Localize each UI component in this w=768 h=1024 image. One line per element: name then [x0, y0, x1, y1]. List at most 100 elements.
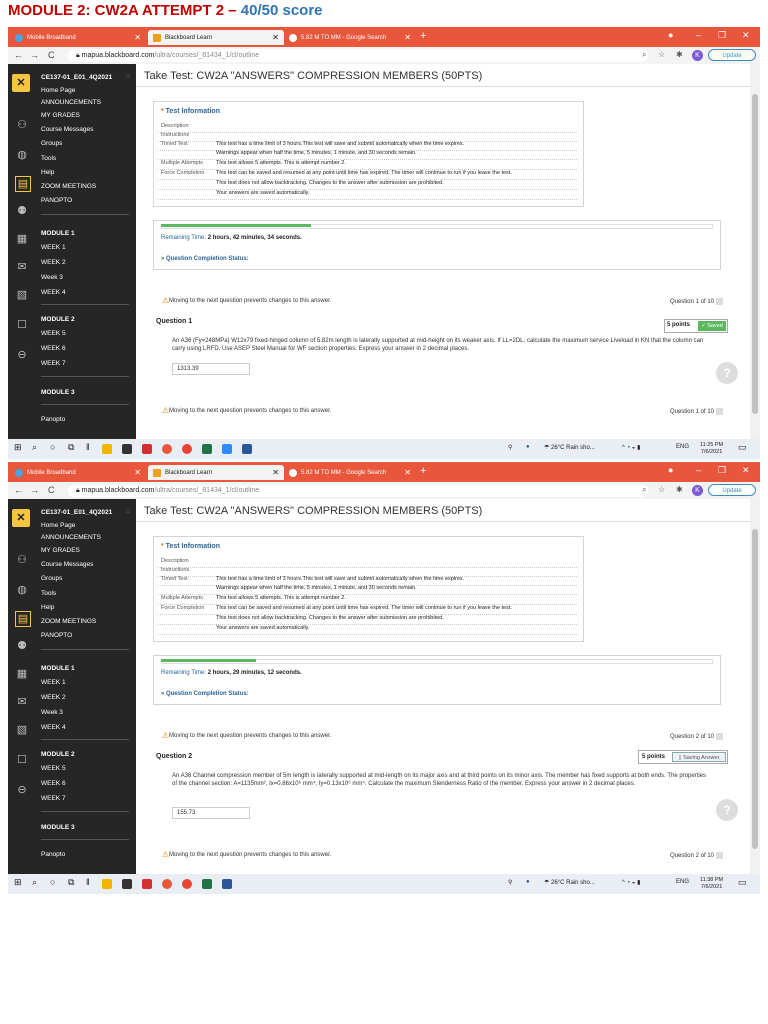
save-answer-button[interactable]: ▯ Saving Answer	[672, 752, 726, 762]
answer-field[interactable]: 1313.39	[172, 363, 250, 375]
sidebar-module-3[interactable]: MODULE 3	[41, 824, 75, 831]
search-icon[interactable]: ⌕	[32, 442, 37, 453]
close-course-button[interactable]: ✕	[12, 74, 30, 92]
sidebar-item-announcements[interactable]: ANNOUNCEMENTS	[41, 534, 101, 541]
close-window-button[interactable]: ✕	[742, 30, 750, 41]
next-question-icon[interactable]	[716, 298, 723, 305]
sidebar-item-groups[interactable]: Groups	[41, 575, 62, 582]
scrollbar[interactable]	[750, 499, 760, 874]
browser-icon[interactable]	[162, 444, 172, 454]
sidebar-module-3[interactable]: MODULE 3	[41, 389, 75, 396]
sidebar-module-1[interactable]: MODULE 1	[41, 230, 75, 237]
sidebar-item-zoom[interactable]: ZOOM MEETINGS	[41, 618, 96, 625]
people-icon[interactable]: ⚲	[508, 444, 512, 451]
tab-google-search[interactable]: 5.82 M TO MM - Google Search ✕	[284, 30, 416, 45]
excel-icon[interactable]	[202, 444, 212, 454]
signout-icon[interactable]: ⊖	[15, 783, 29, 797]
chrome-icon[interactable]	[182, 879, 192, 889]
sidebar-week-2[interactable]: WEEK 2	[41, 259, 66, 266]
sidebar-module-2[interactable]: MODULE 2	[41, 751, 75, 758]
sidebar-week-7[interactable]: WEEK 7	[41, 360, 66, 367]
word-icon[interactable]	[242, 444, 252, 454]
tab-mobile-broadband[interactable]: Mobile Broadband ✕	[10, 465, 146, 480]
clock[interactable]: 11:38 PM 7/6/2021	[700, 877, 723, 891]
save-answer-button[interactable]: ✓ Saved	[698, 321, 726, 331]
back-icon[interactable]: ←	[14, 50, 23, 60]
sidebar-week-2[interactable]: WEEK 2	[41, 694, 66, 701]
sidebar-item-zoom[interactable]: ZOOM MEETINGS	[41, 183, 96, 190]
sidebar-item-panopto-lower[interactable]: Panopto	[41, 851, 65, 858]
notification-icon[interactable]: ▭	[738, 877, 747, 888]
tray-icons[interactable]: ^ ◔ ◒ ▮	[622, 444, 640, 451]
zoom-icon[interactable]	[222, 444, 232, 454]
people-icon[interactable]: ⚲	[508, 879, 512, 886]
close-course-button[interactable]: ✕	[12, 509, 30, 527]
extensions-icon[interactable]: ✱	[676, 50, 683, 59]
sidebar-item-announcements[interactable]: ANNOUNCEMENTS	[41, 99, 101, 106]
sidebar-item-home[interactable]: Home Page	[41, 87, 75, 94]
test-information-title[interactable]: * Test Information	[161, 108, 220, 115]
calendar-icon[interactable]: ▦	[15, 232, 29, 246]
reload-icon[interactable]: C	[48, 485, 55, 495]
sidebar-item-tools[interactable]: Tools	[41, 590, 56, 597]
tab-blackboard-learn[interactable]: Blackboard Learn ✕	[148, 30, 284, 45]
pdf-icon[interactable]	[142, 444, 152, 454]
file-explorer-icon[interactable]	[102, 444, 112, 454]
close-icon[interactable]: ✕	[272, 33, 279, 42]
close-icon[interactable]: ✕	[404, 468, 411, 477]
cortana-icon[interactable]: ○	[50, 877, 55, 887]
close-icon[interactable]: ✕	[134, 33, 141, 42]
tray-icons[interactable]: ^ ◔ ◒ ▮	[622, 879, 640, 886]
sidebar-item-groups[interactable]: Groups	[41, 140, 62, 147]
forward-icon[interactable]: →	[30, 50, 39, 60]
sidebar-week-3[interactable]: Week 3	[41, 709, 63, 716]
new-tab-button[interactable]: +	[420, 31, 426, 42]
sidebar-item-messages[interactable]: Course Messages	[41, 126, 93, 133]
task-view-icon[interactable]: ⧉	[68, 442, 74, 453]
groups-icon[interactable]: ⚉	[15, 639, 29, 653]
word-icon[interactable]	[222, 879, 232, 889]
help-icon[interactable]: ●	[526, 879, 530, 885]
sidebar-week-5[interactable]: WEEK 5	[41, 765, 66, 772]
update-button[interactable]: Update	[708, 484, 756, 496]
tab-mobile-broadband[interactable]: Mobile Broadband ✕	[10, 30, 146, 45]
courses-icon[interactable]: ▤	[15, 176, 31, 192]
sidebar-week-6[interactable]: WEEK 6	[41, 345, 66, 352]
avatar[interactable]: K	[692, 50, 703, 61]
next-question-icon[interactable]	[716, 408, 723, 415]
star-icon[interactable]: ☆	[658, 485, 665, 494]
help-icon[interactable]: ●	[526, 444, 530, 450]
calendar-icon[interactable]: ▦	[15, 667, 29, 681]
sidebar-item-help[interactable]: Help	[41, 604, 54, 611]
sidebar-item-help[interactable]: Help	[41, 169, 54, 176]
sidebar-item-panopto[interactable]: PANOPTO	[41, 632, 72, 639]
pdf-icon[interactable]	[142, 879, 152, 889]
sidebar-week-3[interactable]: Week 3	[41, 274, 63, 281]
profile-dot-icon[interactable]: ●	[668, 465, 673, 475]
globe-icon[interactable]: ◍	[15, 583, 29, 597]
sidebar-week-4[interactable]: WEEK 4	[41, 724, 66, 731]
sidebar-week-7[interactable]: WEEK 7	[41, 795, 66, 802]
scrollbar[interactable]	[750, 64, 760, 439]
person-icon[interactable]: ⚇	[15, 118, 29, 132]
clock[interactable]: 11:25 PM 7/6/2021	[700, 442, 723, 456]
person-icon[interactable]: ⚇	[15, 553, 29, 567]
weather-widget[interactable]: ☂ 26°C Rain sho...	[544, 879, 595, 886]
chrome-icon[interactable]	[182, 444, 192, 454]
store-icon[interactable]	[122, 879, 132, 889]
language-indicator[interactable]: ENG	[676, 444, 689, 450]
sidebar-item-grades[interactable]: MY GRADES	[41, 547, 80, 554]
scrollbar-thumb[interactable]	[752, 94, 758, 414]
next-question-icon[interactable]	[716, 733, 723, 740]
scrollbar-thumb[interactable]	[752, 529, 758, 849]
sidebar-week-1[interactable]: WEEK 1	[41, 244, 66, 251]
maximize-button[interactable]: ❐	[718, 465, 726, 476]
close-icon[interactable]: ✕	[404, 33, 411, 42]
back-icon[interactable]: ←	[14, 485, 23, 495]
sidebar-item-panopto-lower[interactable]: Panopto	[41, 416, 65, 423]
question-completion-status[interactable]: » Question Completion Status:	[161, 691, 249, 697]
globe-icon[interactable]: ◍	[15, 148, 29, 162]
sidebar-item-messages[interactable]: Course Messages	[41, 561, 93, 568]
home-icon[interactable]: ⌂	[126, 508, 130, 515]
cortana-icon[interactable]: ○	[50, 442, 55, 452]
